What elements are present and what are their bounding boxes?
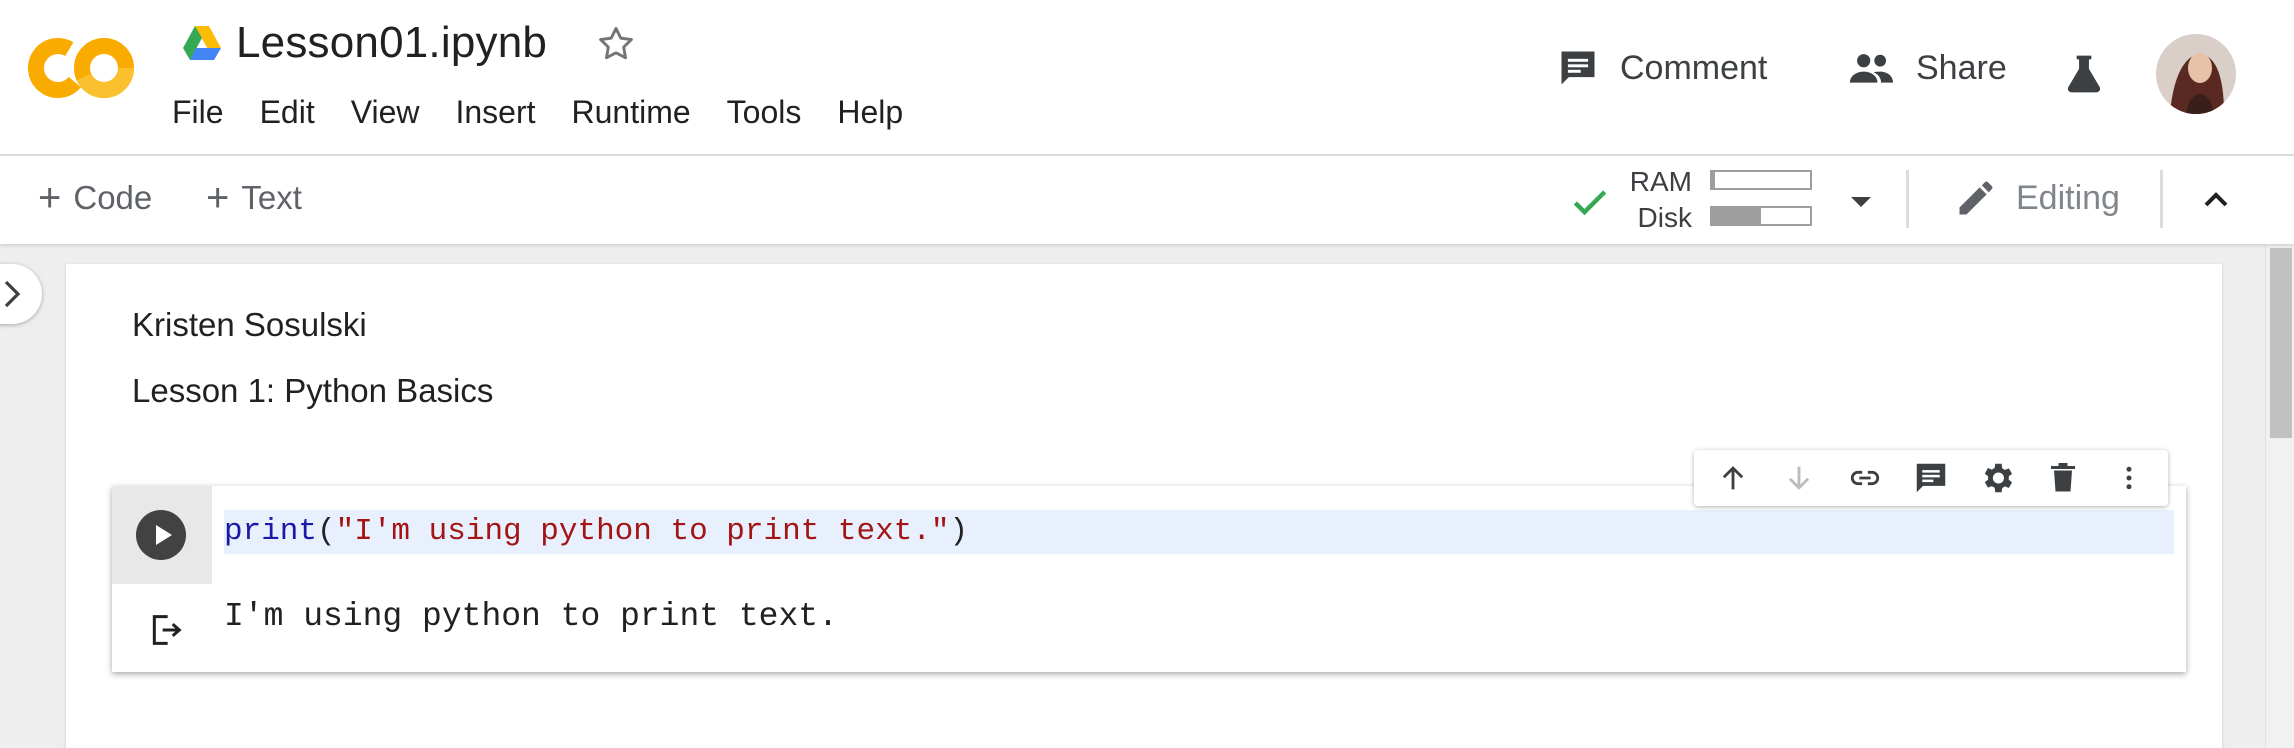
caret-down-icon[interactable] (1846, 192, 1876, 217)
flask-icon (2067, 55, 2101, 93)
menu-tools[interactable]: Tools (727, 94, 802, 131)
editing-mode-button[interactable]: Editing (1954, 176, 2120, 220)
menu-view[interactable]: View (351, 94, 420, 131)
cell-gutter (112, 486, 212, 584)
text-cell-lesson[interactable]: Lesson 1: Python Basics (132, 372, 493, 410)
add-code-label: Code (73, 179, 153, 216)
plus-icon: + (38, 176, 62, 220)
comment-cell-icon[interactable] (1909, 456, 1953, 500)
toolbar-divider (1906, 170, 1909, 228)
add-text-button[interactable]: + Text (206, 178, 302, 218)
ram-label: RAM (1629, 166, 1692, 197)
cell-output: I'm using python to print text. (224, 598, 838, 635)
menu-insert[interactable]: Insert (455, 94, 535, 131)
add-code-button[interactable]: + Code (38, 178, 152, 218)
code-editor[interactable]: print("I'm using python to print text.") (224, 510, 2174, 554)
code-string: "I'm using python to print text." (335, 514, 950, 549)
editing-label: Editing (2016, 178, 2120, 217)
collapse-header-icon[interactable] (2196, 180, 2236, 225)
sidebar-toggle-button[interactable] (0, 264, 42, 324)
disk-label: Disk (1637, 202, 1692, 233)
star-icon[interactable] (594, 22, 638, 66)
more-options-icon[interactable] (2107, 456, 2151, 500)
menu-file[interactable]: File (172, 94, 224, 131)
disk-usage-bar (1710, 206, 1812, 226)
link-icon[interactable] (1843, 456, 1887, 500)
comment-label: Comment (1620, 48, 1768, 87)
notebook-title[interactable]: Lesson01.ipynb (236, 18, 547, 68)
notebook-toolbar: + Code + Text RAM Disk Editing (0, 156, 2294, 244)
trash-icon[interactable] (2041, 456, 2085, 500)
cell-actions-toolbar (1694, 450, 2168, 506)
move-down-icon[interactable] (1777, 456, 1821, 500)
output-gutter (112, 584, 212, 672)
toolbar-divider (2160, 170, 2163, 228)
ram-usage-fill (1712, 172, 1715, 188)
labs-button[interactable] (2062, 52, 2126, 96)
add-text-label: Text (241, 179, 302, 216)
output-icon[interactable] (146, 610, 186, 655)
menu-bar: File Edit View Insert Runtime Tools Help (172, 94, 939, 131)
vertical-scrollbar[interactable] (2265, 244, 2294, 748)
pencil-icon (1959, 181, 1993, 215)
user-avatar[interactable] (2156, 34, 2236, 114)
notebook-body: Kristen Sosulski Lesson 1: Python Basics… (66, 264, 2222, 748)
connected-check-icon (1568, 180, 1612, 229)
menu-help[interactable]: Help (837, 94, 903, 131)
share-label: Share (1916, 48, 2007, 87)
app-header: Lesson01.ipynb File Edit View Insert Run… (0, 0, 2294, 156)
resource-labels[interactable]: RAM Disk (1622, 164, 1692, 236)
disk-usage-fill (1712, 208, 1761, 224)
ram-usage-bar (1710, 170, 1812, 190)
share-button[interactable]: Share (1846, 46, 2007, 90)
code-paren-close: ) (949, 514, 969, 549)
comment-icon (1561, 51, 1595, 85)
run-cell-button[interactable] (136, 510, 186, 560)
google-drive-icon (183, 26, 221, 60)
plus-icon: + (206, 176, 230, 220)
colab-logo[interactable] (28, 36, 136, 100)
scrollbar-thumb[interactable] (2270, 248, 2292, 438)
people-icon (1849, 54, 1893, 83)
menu-runtime[interactable]: Runtime (572, 94, 691, 131)
code-cell[interactable]: print("I'm using python to print text.")… (112, 486, 2186, 672)
text-cell-author[interactable]: Kristen Sosulski (132, 306, 367, 344)
move-up-icon[interactable] (1711, 456, 1755, 500)
gear-icon[interactable] (1975, 456, 2019, 500)
comment-button[interactable]: Comment (1556, 46, 1767, 90)
menu-edit[interactable]: Edit (260, 94, 315, 131)
code-function: print (224, 514, 318, 549)
code-paren-open: ( (317, 514, 336, 549)
chevron-right-icon (4, 280, 21, 308)
